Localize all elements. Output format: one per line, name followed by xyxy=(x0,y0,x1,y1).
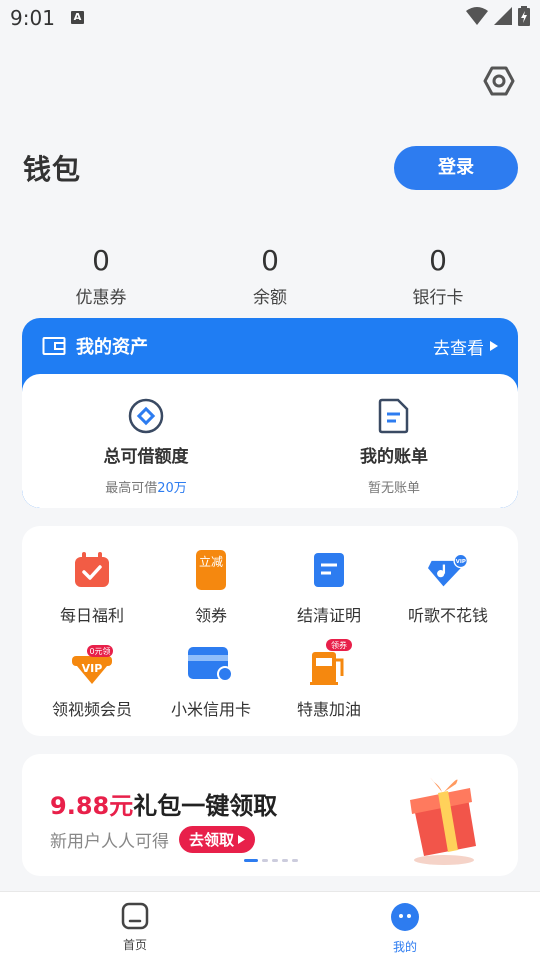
caret-right-icon xyxy=(490,341,498,351)
bottom-tab-bar: 首页 我的 xyxy=(0,891,540,961)
carousel-dot xyxy=(262,859,268,862)
gift-box-icon xyxy=(410,777,476,865)
battery-icon xyxy=(518,6,530,26)
service-label: 领券 xyxy=(194,606,227,625)
service-daily-benefits[interactable]: 每日福利 xyxy=(30,550,154,626)
credit-card-icon xyxy=(188,647,233,682)
service-coupons[interactable]: 立减 领券 xyxy=(149,550,273,626)
assets-body: 总可借额度 最高可借20万 我的账单 暂无账单 xyxy=(22,374,518,508)
stat-bank-cards[interactable]: 0 银行卡 xyxy=(368,243,508,308)
settings-icon[interactable] xyxy=(482,64,516,98)
carousel-dot xyxy=(292,859,298,862)
banner-subtitle: 新用户人人可得 xyxy=(50,832,169,852)
asset-title: 我的账单 xyxy=(360,447,428,467)
tab-mine[interactable]: 我的 xyxy=(365,902,445,955)
login-button[interactable]: 登录 xyxy=(394,146,518,190)
coupon-icon: 立减 xyxy=(196,550,226,590)
asset-subtitle: 暂无账单 xyxy=(367,481,420,496)
banner-title: 9.88元礼包一键领取 xyxy=(50,786,277,821)
service-xiaomi-credit-card[interactable]: 小米信用卡 xyxy=(149,644,273,720)
service-settlement-proof[interactable]: 结清证明 xyxy=(267,550,391,626)
carousel-indicator xyxy=(244,859,298,862)
service-video-vip[interactable]: VIP 0元领 领视频会员 xyxy=(30,644,154,720)
banner-subtitle-row: 新用户人人可得 去领取 xyxy=(50,826,256,853)
credit-amount: 20万 xyxy=(157,481,187,496)
credit-sub-prefix: 最高可借 xyxy=(105,481,158,496)
service-label: 领视频会员 xyxy=(51,700,132,719)
stat-label: 银行卡 xyxy=(412,288,464,308)
asset-subtitle: 最高可借20万 xyxy=(105,477,187,496)
service-label: 小米信用卡 xyxy=(170,700,251,719)
video-vip-icon: VIP 0元领 xyxy=(72,645,113,684)
svg-text:领券: 领券 xyxy=(331,640,347,650)
tab-label: 首页 xyxy=(122,938,147,952)
banner-title-text: 礼包一键领取 xyxy=(133,792,278,820)
wifi-icon xyxy=(466,7,488,25)
stat-label: 优惠券 xyxy=(75,288,127,308)
stat-value: 0 xyxy=(261,244,279,277)
music-vip-icon: VIP xyxy=(428,553,468,587)
claim-button-label: 去领取 xyxy=(189,831,235,849)
svg-text:VIP: VIP xyxy=(82,662,103,675)
bill-icon xyxy=(378,398,409,434)
asset-title: 总可借额度 xyxy=(103,447,189,467)
stat-value: 0 xyxy=(429,244,447,277)
service-label: 每日福利 xyxy=(59,606,124,625)
service-free-music[interactable]: VIP 听歌不花钱 xyxy=(386,550,510,626)
carousel-dot xyxy=(282,859,288,862)
status-icons xyxy=(466,6,530,26)
wallet-icon xyxy=(42,337,66,355)
service-label: 结清证明 xyxy=(296,606,361,625)
profile-face-icon xyxy=(391,903,419,931)
view-assets-link[interactable]: 去查看 xyxy=(433,334,484,359)
total-credit-item[interactable]: 总可借额度 最高可借20万 xyxy=(22,374,270,508)
page-title: 钱包 xyxy=(23,153,82,186)
service-label: 特惠加油 xyxy=(296,700,361,719)
stat-value: 0 xyxy=(92,244,110,277)
my-assets-card: 我的资产 去查看 总可借额度 最高可借20万 我的账单 暂无账单 xyxy=(22,318,518,508)
cell-signal-icon xyxy=(494,7,512,25)
stat-label: 余额 xyxy=(253,288,287,308)
stat-balance[interactable]: 0 余额 xyxy=(200,243,340,308)
keyboard-indicator-icon: A xyxy=(71,11,84,24)
calendar-check-icon xyxy=(75,552,109,587)
svg-text:VIP: VIP xyxy=(456,559,466,565)
credit-limit-icon xyxy=(128,398,164,434)
tab-home[interactable]: 首页 xyxy=(95,902,175,953)
tab-label: 我的 xyxy=(392,940,417,954)
service-fuel-discount[interactable]: 领券 特惠加油 xyxy=(267,638,391,720)
svg-text:0元领: 0元领 xyxy=(89,646,110,656)
home-icon xyxy=(121,902,149,930)
assets-title: 我的资产 xyxy=(76,337,148,358)
assets-header[interactable]: 我的资产 去查看 xyxy=(22,318,518,374)
status-time: 9:01 xyxy=(10,6,55,30)
service-label: 听歌不花钱 xyxy=(407,606,488,625)
carousel-dot xyxy=(244,859,258,862)
document-icon xyxy=(314,553,344,587)
carousel-dot xyxy=(272,859,278,862)
my-bills-item[interactable]: 我的账单 暂无账单 xyxy=(270,374,518,508)
promo-banner[interactable]: 9.88元礼包一键领取 新用户人人可得 去领取 xyxy=(22,754,518,876)
stat-coupons[interactable]: 0 优惠券 xyxy=(31,243,171,308)
claim-button[interactable]: 去领取 xyxy=(179,826,256,853)
services-grid: 每日福利 立减 领券 结清证明 VIP 听歌不花钱 VIP 0元领 领视频会员 … xyxy=(22,526,518,736)
banner-price: 9.88元 xyxy=(50,792,134,820)
fuel-pump-icon: 领券 xyxy=(310,639,352,685)
caret-right-icon xyxy=(238,835,246,844)
